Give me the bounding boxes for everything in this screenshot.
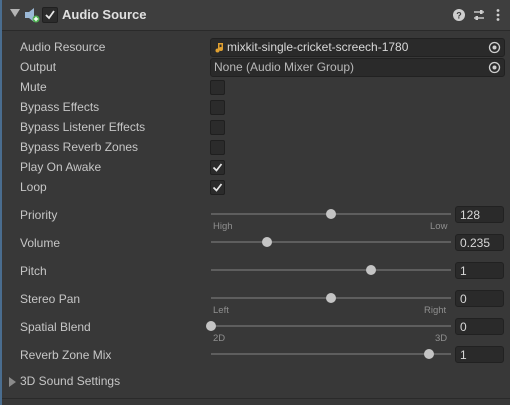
svg-text:?: ? <box>456 11 462 21</box>
reverb-zone-mix-slider[interactable] <box>211 347 451 361</box>
bypass-effects-label: Bypass Effects <box>20 100 100 114</box>
spatial-blend-min-label: 2D <box>213 333 226 344</box>
stereo-pan-value-field[interactable]: 0 <box>455 290 504 307</box>
play-on-awake-checkbox[interactable] <box>210 160 225 175</box>
more-options-icon[interactable] <box>491 8 505 22</box>
component-title: Audio Source <box>62 7 147 22</box>
mute-checkbox[interactable] <box>210 80 225 95</box>
bypass-listener-effects-checkbox[interactable] <box>210 120 225 135</box>
pitch-label: Pitch <box>20 264 47 278</box>
checkmark-icon <box>212 163 223 172</box>
slider-knob[interactable] <box>326 293 336 303</box>
bypass-listener-effects-label: Bypass Listener Effects <box>20 120 146 134</box>
stereo-pan-min-label: Left <box>213 305 229 316</box>
audio-resource-label: Audio Resource <box>20 40 106 54</box>
reverb-zone-mix-value-field[interactable]: 1 <box>455 346 504 363</box>
volume-slider[interactable] <box>211 235 451 249</box>
volume-label: Volume <box>20 236 61 250</box>
slider-knob[interactable] <box>262 237 273 247</box>
output-label: Output <box>20 60 57 74</box>
output-value: None (Audio Mixer Group) <box>214 60 355 74</box>
divider <box>2 398 510 399</box>
checkmark-icon <box>45 10 55 20</box>
loop-checkbox[interactable] <box>210 180 225 195</box>
pitch-slider[interactable] <box>211 263 451 277</box>
pitch-value-field[interactable]: 1 <box>455 262 504 279</box>
reverb-zone-mix-label: Reverb Zone Mix <box>20 348 112 362</box>
checkmark-icon <box>212 183 223 192</box>
priority-min-label: High <box>213 221 233 232</box>
audio-resource-value: mixkit-single-cricket-screech-1780 <box>227 40 409 54</box>
audio-clip-icon <box>215 43 223 53</box>
slider-track <box>211 241 451 243</box>
spatial-blend-slider[interactable] <box>206 319 451 333</box>
play-on-awake-label: Play On Awake <box>20 160 102 174</box>
stereo-pan-max-label: Right <box>424 305 447 316</box>
slider-knob[interactable] <box>326 209 336 219</box>
mute-label: Mute <box>20 80 47 94</box>
slider-knob[interactable] <box>366 265 377 275</box>
bypass-effects-checkbox[interactable] <box>210 100 225 115</box>
priority-slider[interactable] <box>211 207 451 221</box>
audio-resource-field[interactable]: mixkit-single-cricket-screech-1780 <box>210 38 505 57</box>
bypass-reverb-zones-label: Bypass Reverb Zones <box>20 140 139 154</box>
loop-label: Loop <box>20 180 47 194</box>
help-icon[interactable]: ? <box>452 8 466 22</box>
preset-icon[interactable] <box>472 8 486 22</box>
stereo-pan-label: Stereo Pan <box>20 292 81 306</box>
selection-accent-bar <box>0 0 2 405</box>
component-header[interactable]: Audio Source ? <box>2 0 510 31</box>
audio-source-icon <box>25 8 40 23</box>
volume-value-field[interactable]: 0.235 <box>455 234 504 251</box>
3d-sound-settings-foldout[interactable]: 3D Sound Settings <box>20 374 120 388</box>
bypass-reverb-zones-checkbox[interactable] <box>210 140 225 155</box>
spatial-blend-label: Spatial Blend <box>20 320 91 334</box>
stereo-pan-slider[interactable] <box>211 291 451 305</box>
slider-track <box>211 325 451 327</box>
slider-track <box>211 269 451 271</box>
output-field[interactable]: None (Audio Mixer Group) <box>210 58 505 77</box>
component-enabled-checkbox[interactable] <box>42 7 58 23</box>
object-picker-icon[interactable] <box>488 41 501 54</box>
slider-track <box>211 353 451 355</box>
priority-max-label: Low <box>430 221 448 232</box>
collapse-arrow-icon[interactable] <box>10 9 20 17</box>
priority-label: Priority <box>20 208 58 222</box>
priority-value-field[interactable]: 128 <box>455 206 504 223</box>
expand-arrow-icon[interactable] <box>9 377 16 387</box>
object-picker-icon[interactable] <box>488 61 501 74</box>
spatial-blend-max-label: 3D <box>435 333 448 344</box>
spatial-blend-value-field[interactable]: 0 <box>455 318 504 335</box>
slider-knob[interactable] <box>206 321 216 331</box>
slider-knob[interactable] <box>424 349 435 359</box>
